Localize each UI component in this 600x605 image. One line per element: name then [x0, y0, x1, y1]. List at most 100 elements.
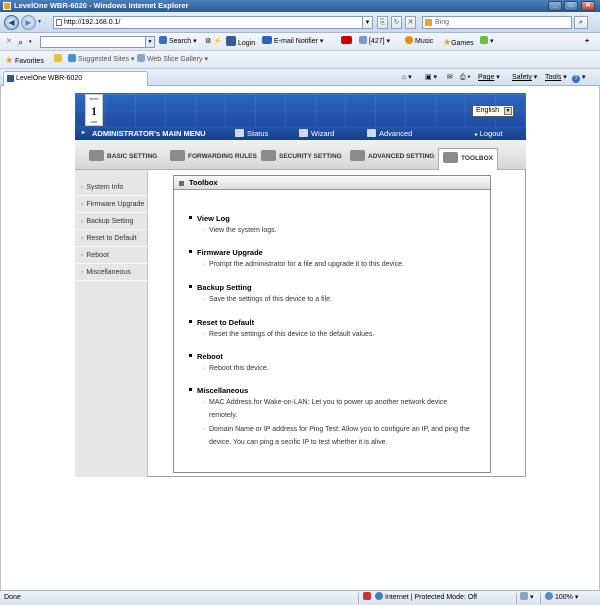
suggested-sites-link[interactable]: Suggested Sites ▾	[68, 54, 134, 66]
facebook-login-button[interactable]: Login	[226, 36, 255, 48]
globe-icon	[375, 592, 383, 600]
page-menu[interactable]: Page ▾	[478, 72, 500, 84]
suggested-sites-icon	[68, 54, 76, 62]
mail-button[interactable]: ✉	[447, 72, 453, 84]
wizard-menu-link[interactable]: Wizard	[299, 127, 334, 140]
favorites-bar: ★ Favorites Suggested Sites ▾ Web Slice …	[0, 51, 600, 69]
nav-system-info[interactable]: System Info	[75, 179, 148, 196]
web-slice-gallery-link[interactable]: Web Slice Gallery ▾	[137, 54, 208, 66]
toolbar-extra-button[interactable]: ▾	[480, 36, 494, 48]
security-zone[interactable]: Internet | Protected Mode: Off	[375, 591, 477, 605]
forward-button[interactable]: ▶	[21, 15, 36, 30]
music-label: Music	[415, 38, 434, 45]
toolbar-search-input[interactable]: ▼	[40, 36, 155, 48]
section-description: MAC Address for Wake-on-LAN: Let you to …	[203, 396, 474, 422]
close-toolbar-icon[interactable]: ✕	[6, 36, 12, 48]
games-button[interactable]: ★Games	[443, 36, 474, 48]
count-button[interactable]: [427] ▾	[359, 36, 390, 48]
compatibility-view-icon[interactable]: ⎘	[377, 16, 388, 29]
status-separator	[540, 593, 541, 604]
tools-menu[interactable]: Tools ▾	[545, 72, 567, 84]
advanced-menu-link[interactable]: Advanced	[367, 127, 412, 140]
youtube-button[interactable]	[341, 36, 354, 48]
minimize-button[interactable]: _	[548, 1, 562, 11]
security-zone-label: Internet | Protected Mode: Off	[385, 594, 477, 601]
main-menu-bar: ▸ ADMINISTRATOR's MAIN MENU Status Wizar…	[75, 127, 526, 140]
youtube-icon	[341, 36, 352, 44]
extra-icon	[480, 36, 488, 44]
tab-forwarding-rules[interactable]: FORWARDING RULES	[170, 149, 257, 164]
nav-firmware-upgrade[interactable]: Firmware Upgrade	[75, 196, 148, 213]
menu-arrow-icon: ▸	[82, 130, 86, 136]
toolbar-search-label: Search	[169, 38, 192, 45]
language-dropdown-icon[interactable]: ▼	[504, 107, 512, 115]
advanced-label: Advanced	[379, 129, 413, 138]
web-slice-label: Web Slice Gallery	[147, 56, 203, 63]
email-notifier-button[interactable]: E-mail Notifier ▾	[262, 36, 323, 48]
login-label: Login	[238, 40, 256, 47]
tab-toolbox[interactable]: TOOLBOX	[438, 148, 499, 170]
security-setting-icon	[261, 150, 276, 161]
recent-pages-dropdown-icon[interactable]: ▾	[38, 18, 41, 25]
tab-title: LevelOne WBR-6020	[16, 75, 83, 82]
zoom-control[interactable]: 100% ▾	[545, 591, 578, 605]
toolbar-plugin-icons[interactable]: ⚙ ⚡	[205, 36, 222, 48]
toolbar-search-dropdown-icon[interactable]: ▼	[145, 37, 154, 47]
tab-favicon	[7, 75, 14, 82]
magnifier-icon[interactable]: ⌕	[18, 36, 23, 48]
favorites-star-icon: ★	[5, 55, 14, 65]
header-background-pattern	[75, 93, 526, 127]
search-input[interactable]: Bing	[422, 16, 572, 29]
nav-reboot[interactable]: Reboot	[75, 247, 148, 264]
browser-tab[interactable]: LevelOne WBR-6020	[3, 71, 148, 86]
add-toolbar-button[interactable]: +	[585, 36, 589, 48]
search-toolbar: ✕ ⌕ ▾ ▼ Search ▾ ⚙ ⚡ Login E-mail Notifi…	[0, 33, 600, 51]
web-slice-icon	[137, 54, 145, 62]
toolbox-icon	[443, 152, 458, 163]
address-bar[interactable]: http://192.168.0.1/	[53, 16, 373, 29]
language-value: English	[476, 107, 499, 114]
search-dropdown-icon[interactable]: ▾	[29, 36, 32, 48]
close-button[interactable]: ✕	[581, 1, 595, 11]
stop-icon[interactable]: ✕	[405, 16, 416, 29]
section-description: View the system logs.	[203, 224, 474, 237]
search-button-icon[interactable]: ⌕	[574, 16, 588, 29]
nav-miscellaneous[interactable]: Miscellaneous	[75, 264, 148, 281]
blocked-icon	[363, 592, 371, 600]
status-menu-link[interactable]: Status	[235, 127, 268, 140]
search-placeholder: Bing	[435, 19, 450, 26]
feeds-button[interactable]: ▣ ▾	[425, 72, 437, 84]
email-icon	[262, 36, 272, 44]
print-button[interactable]: ⎙ ▾	[460, 72, 471, 84]
toolbar-search-button[interactable]: Search ▾	[159, 36, 197, 48]
back-button[interactable]: ◀	[4, 15, 19, 30]
suggested-sites-label: Suggested Sites	[78, 56, 129, 63]
left-nav-panel: System Info Firmware Upgrade Backup Sett…	[75, 170, 148, 477]
tab-basic-setting[interactable]: BASIC SETTING	[89, 149, 157, 164]
advanced-setting-icon	[350, 150, 365, 161]
refresh-icon[interactable]: ↻	[391, 16, 402, 29]
help-menu[interactable]: ? ▾	[572, 72, 586, 84]
protected-mode-icon[interactable]: ▾	[520, 591, 534, 605]
language-select[interactable]: English ▼	[472, 105, 514, 117]
maximize-button[interactable]: □	[564, 1, 578, 11]
favorites-label: Favorites	[15, 58, 44, 65]
weather-icon	[359, 36, 367, 44]
tab-security-setting[interactable]: SECURITY SETTING	[261, 149, 342, 164]
address-dropdown-button[interactable]: ▾	[362, 16, 373, 29]
home-button[interactable]: ⌂ ▾	[402, 72, 412, 84]
favorites-button[interactable]: ★ Favorites	[5, 54, 44, 66]
tab-advanced-setting[interactable]: ADVANCED SETTING	[350, 149, 434, 164]
page-icon	[56, 19, 62, 26]
nav-reset-to-default[interactable]: Reset to Default	[75, 230, 148, 247]
bing-icon	[425, 19, 432, 26]
music-button[interactable]: Music	[405, 36, 433, 48]
basic-setting-icon	[89, 150, 104, 161]
popup-blocked-icon[interactable]	[363, 591, 373, 605]
tab-label: BASIC SETTING	[107, 153, 158, 160]
add-to-favorites-bar-icon[interactable]	[54, 54, 64, 66]
nav-backup-setting[interactable]: Backup Setting	[75, 213, 148, 230]
logout-menu-link[interactable]: ▸ Logout	[475, 127, 503, 140]
safety-menu[interactable]: Safety ▾	[512, 72, 537, 84]
safety-menu-label: Safety	[512, 74, 532, 81]
